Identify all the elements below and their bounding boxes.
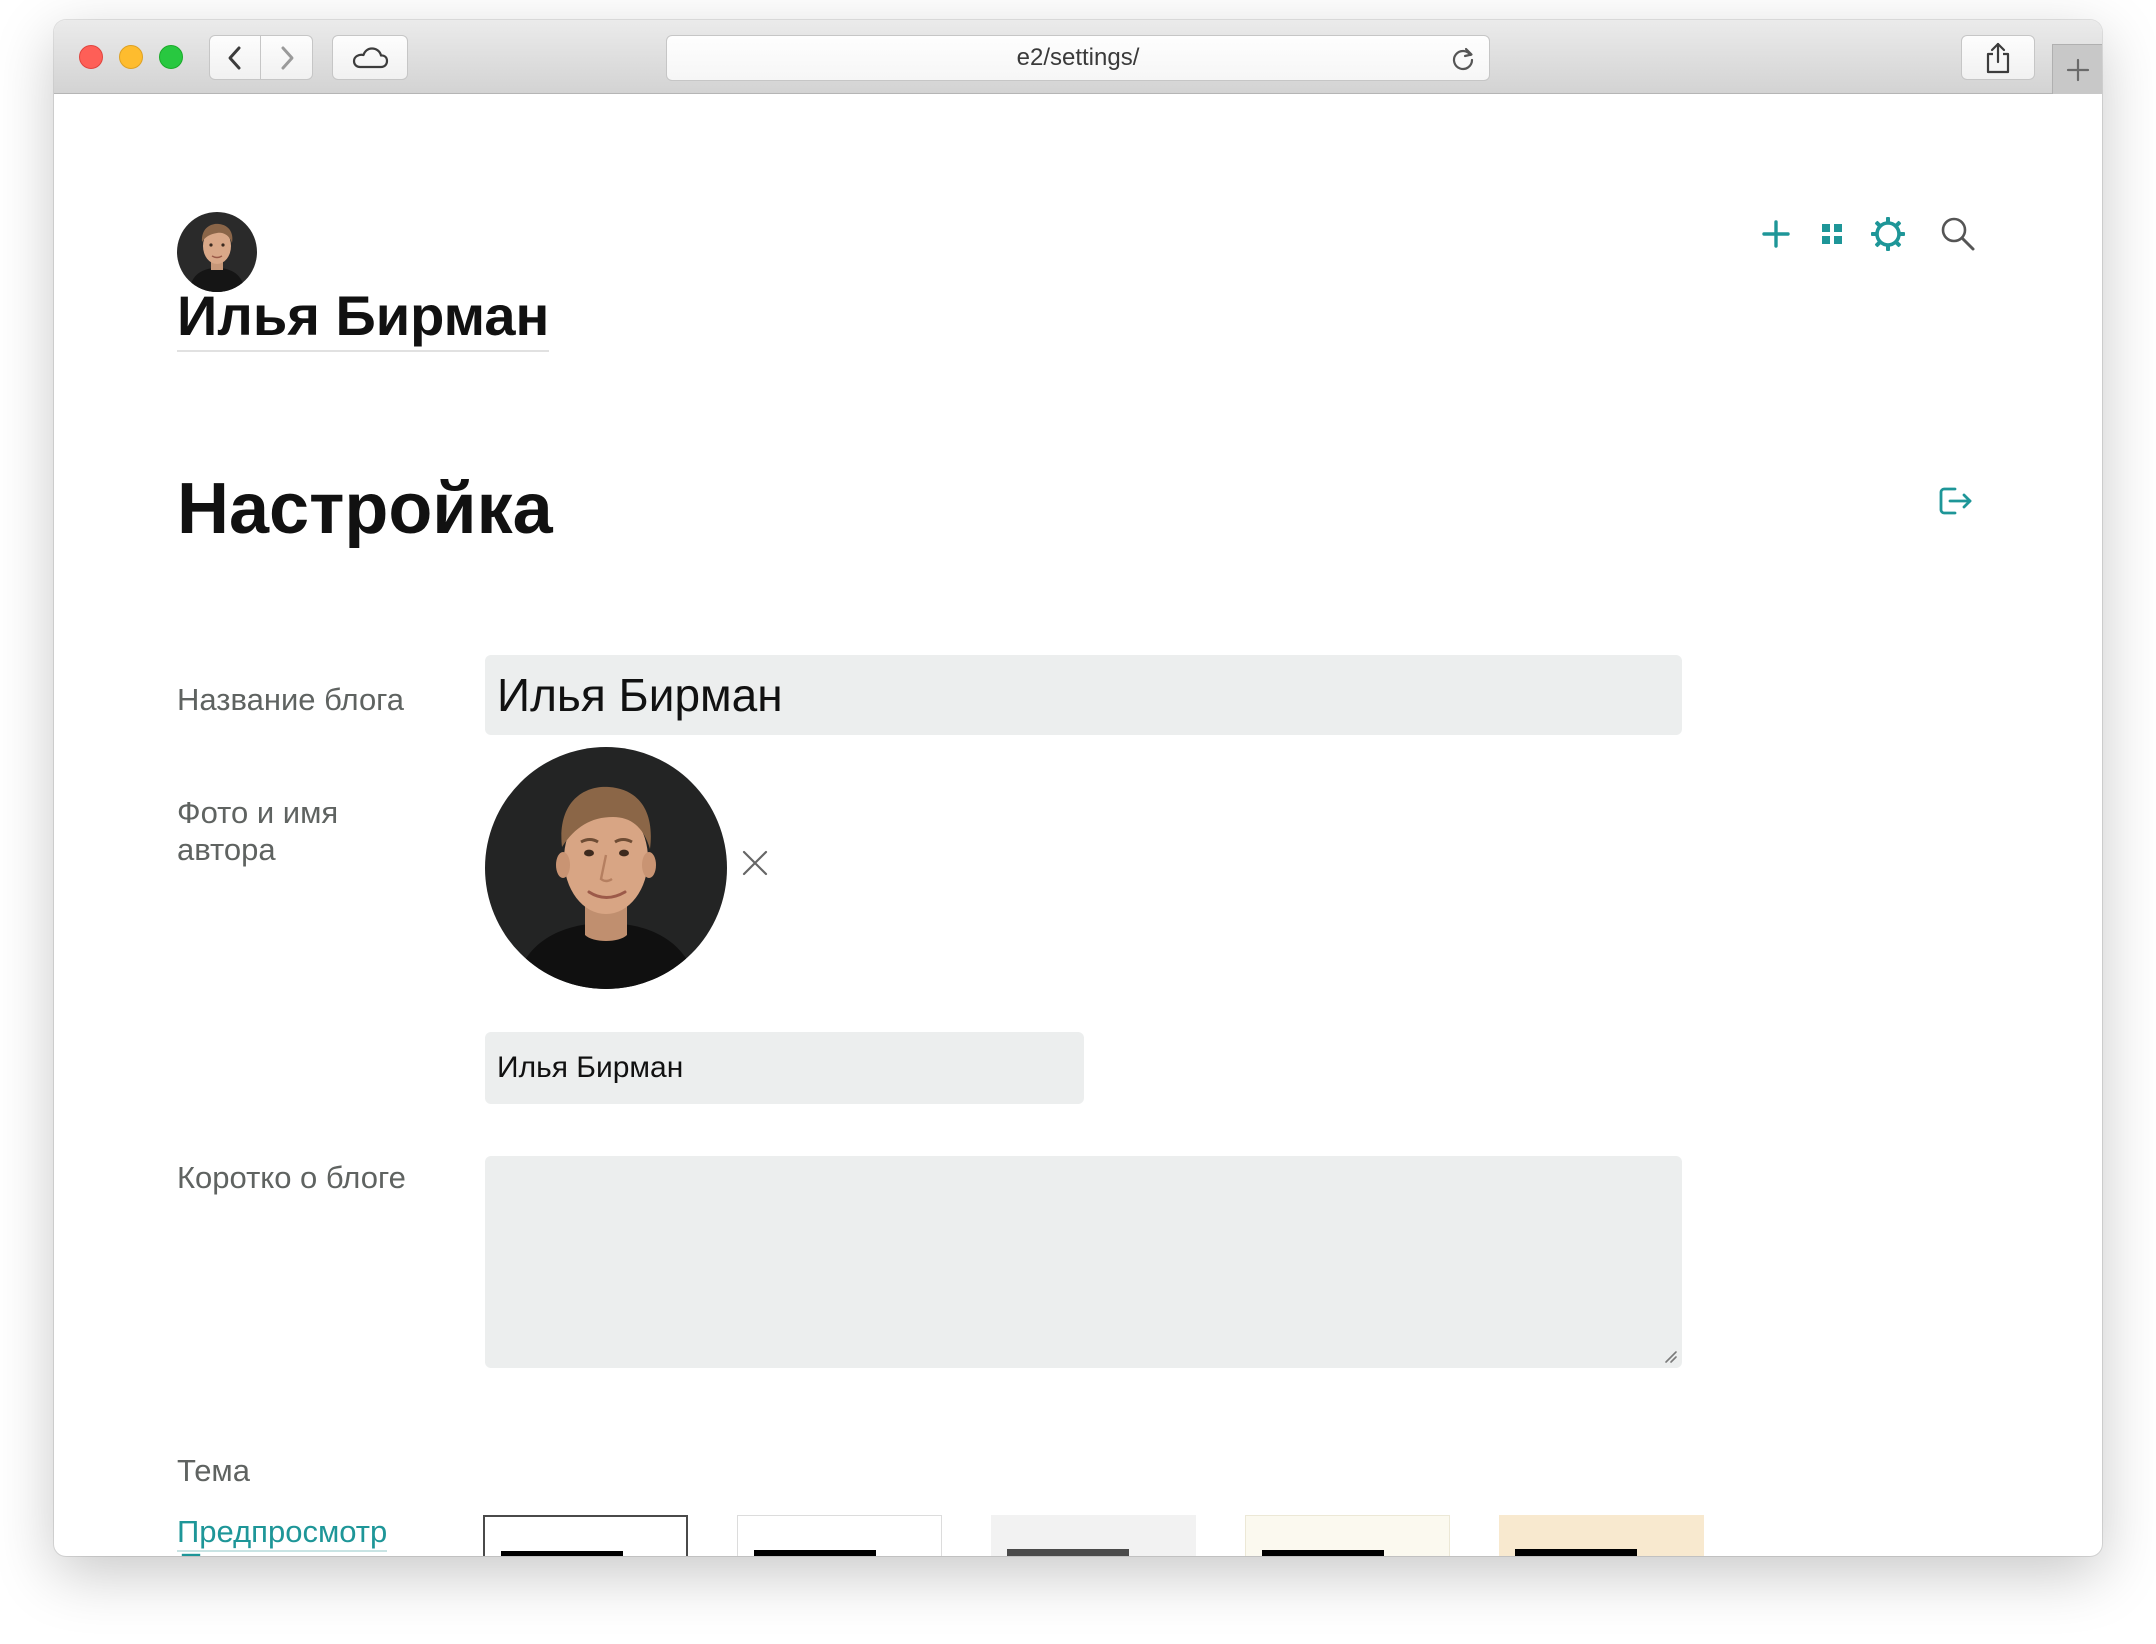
theme-option-3[interactable] — [991, 1515, 1196, 1556]
new-tab-button[interactable] — [2052, 44, 2102, 94]
drafts-button[interactable] — [1810, 212, 1854, 256]
author-label-line1: Фото и имя — [177, 795, 339, 830]
logout-button[interactable] — [1934, 479, 1978, 523]
settings-button[interactable] — [1866, 212, 1910, 256]
search-button[interactable] — [1936, 212, 1980, 256]
theme-preview-heading — [1007, 1549, 1129, 1556]
share-button[interactable] — [1961, 35, 2035, 80]
address-bar[interactable]: e2/settings/ — [666, 35, 1490, 81]
page-content: Илья Бирман Настройка Название блога Иль… — [54, 95, 2102, 1556]
browser-window: e2/settings/ Илья Бирман Настройка Назва… — [54, 20, 2102, 1556]
author-label-line2: автора — [177, 832, 276, 868]
external-window-icon — [181, 1553, 201, 1556]
resize-grip-icon[interactable] — [1662, 1348, 1678, 1364]
theme-label: Тема — [177, 1453, 250, 1488]
author-name-input[interactable]: Илья Бирман — [485, 1032, 1084, 1104]
blog-name-label: Название блога — [177, 682, 405, 717]
browser-toolbar: e2/settings/ — [54, 20, 2102, 94]
plus-icon — [2066, 58, 2089, 81]
logout-icon — [1939, 487, 1972, 515]
minimize-window-button[interactable] — [119, 45, 143, 69]
back-button[interactable] — [209, 35, 261, 80]
gear-icon — [1871, 217, 1905, 251]
reload-icon[interactable] — [1449, 45, 1477, 73]
close-icon — [742, 850, 768, 876]
remove-photo-button[interactable] — [740, 848, 770, 878]
theme-option-2[interactable] — [737, 1515, 942, 1556]
theme-option-1[interactable] — [483, 1515, 688, 1556]
theme-preview-heading — [1515, 1549, 1637, 1556]
plus-icon — [1762, 220, 1790, 248]
forward-button[interactable] — [261, 35, 313, 80]
search-icon — [1941, 217, 1975, 251]
author-photo[interactable] — [485, 747, 727, 989]
chevron-left-icon — [228, 46, 241, 69]
chevron-right-icon — [281, 46, 293, 69]
theme-option-4[interactable] — [1245, 1515, 1450, 1556]
avatar[interactable] — [177, 212, 257, 292]
theme-preview-heading — [501, 1551, 623, 1556]
grid-icon — [1822, 224, 1842, 244]
icloud-tabs-button[interactable] — [332, 35, 408, 80]
blog-name-input[interactable]: Илья Бирман — [485, 655, 1682, 735]
about-label: Коротко о блоге — [177, 1160, 406, 1195]
zoom-window-button[interactable] — [159, 45, 183, 69]
cloud-icon — [352, 46, 389, 68]
new-post-button[interactable] — [1754, 212, 1798, 256]
author-label: Фото и имя автора — [177, 794, 338, 868]
theme-option-5[interactable] — [1499, 1515, 1704, 1556]
theme-preview-heading — [754, 1550, 876, 1556]
preview-link[interactable]: Предпросмотр — [177, 1514, 388, 1552]
url-text: e2/settings/ — [1016, 44, 1140, 71]
page-title: Настройка — [177, 469, 553, 549]
about-textarea[interactable] — [485, 1156, 1682, 1368]
close-window-button[interactable] — [79, 45, 103, 69]
header-actions — [1754, 212, 2039, 256]
theme-preview-heading — [1262, 1550, 1384, 1556]
blog-title-link[interactable]: Илья Бирман — [177, 284, 550, 352]
share-icon — [1986, 42, 2010, 73]
